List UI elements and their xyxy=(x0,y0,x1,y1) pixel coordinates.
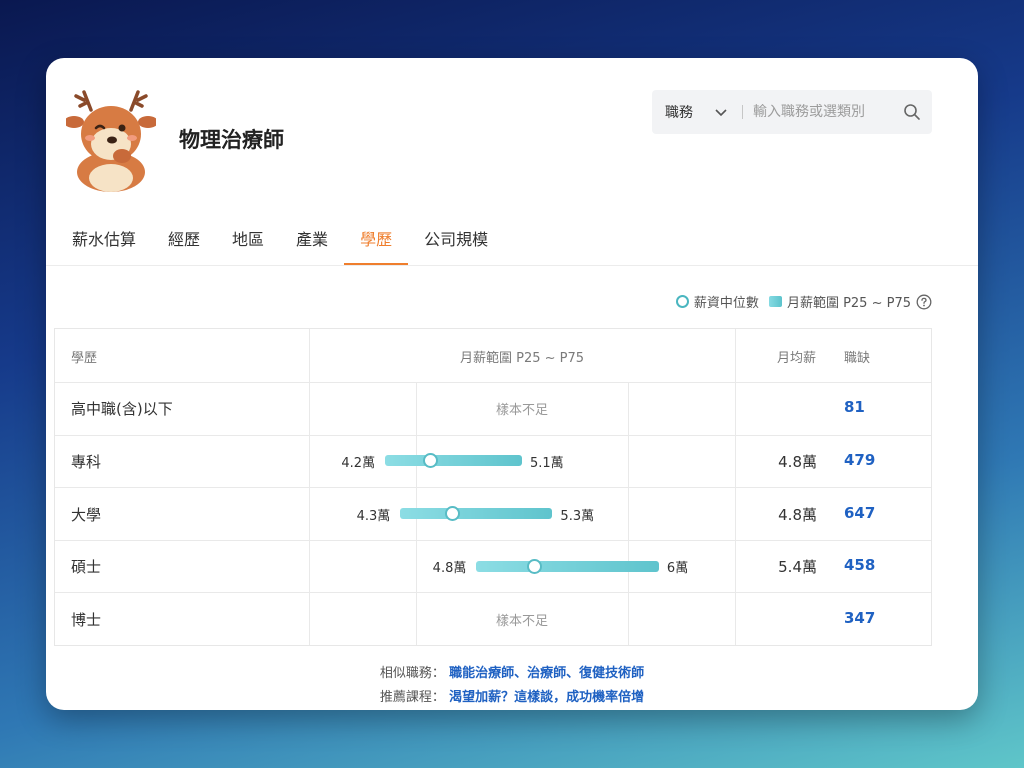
salary-range-bar xyxy=(385,455,522,467)
tab-company-size[interactable]: 公司規模 xyxy=(408,218,504,266)
deer-mascot-icon xyxy=(66,90,156,192)
row-divider xyxy=(55,382,931,383)
question-circle-icon[interactable] xyxy=(916,294,932,310)
median-legend-marker xyxy=(675,295,689,308)
education-level: 專科 xyxy=(71,452,102,471)
average-salary: 4.8萬 xyxy=(778,505,817,524)
insufficient-sample-text: 樣本不足 xyxy=(495,613,548,629)
salary-range-bar xyxy=(400,508,553,519)
salary-card: 物理治療師 職務 薪水估算 經歷 地區 產業 學歷 公司規模 薪資中位數 月薪範… xyxy=(46,58,978,710)
p25-label: 4.2萬 xyxy=(341,455,376,471)
p25-label: 4.8萬 xyxy=(432,561,467,577)
range-legend-label: 月薪範圍 P25 ~ P75 xyxy=(786,296,911,311)
median-legend-label: 薪資中位數 xyxy=(693,296,759,311)
row-divider xyxy=(55,592,931,593)
average-salary: 5.4萬 xyxy=(778,558,817,577)
insufficient-sample-text: 樣本不足 xyxy=(495,403,548,419)
tab-experience[interactable]: 經歷 xyxy=(152,218,216,266)
p75-label: 5.3萬 xyxy=(560,508,595,524)
search-input[interactable] xyxy=(753,104,893,120)
header-average: 月均薪 xyxy=(777,351,817,366)
education-level: 碩士 xyxy=(71,558,102,577)
chevron-down-icon xyxy=(715,109,727,117)
vacancy-count-link[interactable]: 81 xyxy=(844,398,865,416)
similar-jobs-line: 相似職務： 職能治療師、治療師、復健技術師 xyxy=(46,662,978,681)
search-icon[interactable] xyxy=(903,103,921,121)
median-marker xyxy=(444,506,460,521)
p75-label: 6萬 xyxy=(666,561,689,577)
tab-salary-estimate[interactable]: 薪水估算 xyxy=(56,218,152,266)
chart-legend: 薪資中位數 月薪範圍 P25 ~ P75 xyxy=(675,292,932,311)
header-vacancies: 職缺 xyxy=(844,351,871,366)
vacancy-count-link[interactable]: 458 xyxy=(844,556,875,574)
vacancy-count-link[interactable]: 479 xyxy=(844,451,875,469)
row-divider xyxy=(55,435,931,436)
median-marker xyxy=(526,558,542,574)
p25-label: 4.3萬 xyxy=(356,508,391,524)
education-level: 大學 xyxy=(71,505,102,524)
header-range: 月薪範圍 P25 ~ P75 xyxy=(459,351,585,366)
tab-industry[interactable]: 產業 xyxy=(280,218,344,266)
header-education: 學歷 xyxy=(71,351,98,366)
salary-range-bar xyxy=(476,560,659,572)
row-divider xyxy=(55,540,931,541)
vacancy-count-link[interactable]: 347 xyxy=(844,609,875,627)
median-marker xyxy=(423,453,439,469)
range-legend-marker xyxy=(768,296,782,307)
tab-region[interactable]: 地區 xyxy=(216,218,280,266)
tab-divider xyxy=(46,265,978,266)
vacancy-count-link[interactable]: 647 xyxy=(844,504,875,522)
course-link[interactable]: 渴望加薪？這樣談，成功機率倍增 xyxy=(449,690,644,705)
salary-by-education-table: 學歷 月薪範圍 P25 ~ P75 月均薪 職缺 高中職(含)以下 81 樣本不足專… xyxy=(54,328,932,646)
education-level: 博士 xyxy=(71,610,102,629)
recommended-course-line: 推薦課程： 渴望加薪？這樣談，成功機率倍增 xyxy=(46,686,978,705)
category-dropdown-label: 職務 xyxy=(665,105,693,121)
course-label: 推薦課程： xyxy=(379,690,445,705)
similar-jobs-links[interactable]: 職能治療師、治療師、復健技術師 xyxy=(449,666,644,681)
category-dropdown[interactable]: 職務 xyxy=(652,102,742,122)
search-divider xyxy=(742,105,743,119)
similar-jobs-label: 相似職務： xyxy=(379,666,445,681)
row-divider xyxy=(55,487,931,488)
p75-label: 5.1萬 xyxy=(530,455,564,471)
tab-bar: 薪水估算 經歷 地區 產業 學歷 公司規模 xyxy=(56,218,504,266)
education-level: 高中職(含)以下 xyxy=(71,400,173,419)
job-title: 物理治療師 xyxy=(179,128,284,152)
average-salary: 4.8萬 xyxy=(778,452,817,471)
tab-education[interactable]: 學歷 xyxy=(344,218,409,266)
grid-line xyxy=(628,382,629,645)
job-search-bar: 職務 xyxy=(652,90,932,134)
